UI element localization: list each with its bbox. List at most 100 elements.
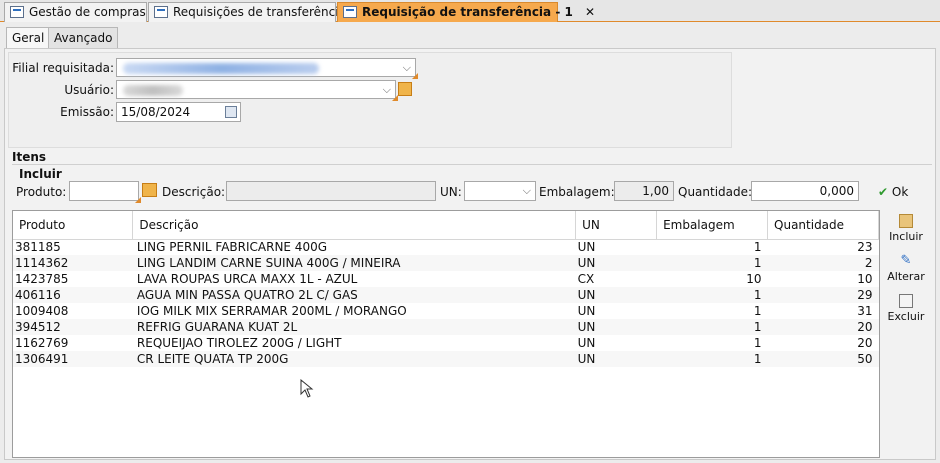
required-marker	[135, 197, 141, 203]
col-quantidade[interactable]: Quantidade	[767, 211, 879, 240]
cell-descricao: REFRIG GUARANA KUAT 2L	[132, 319, 576, 335]
cell-produto: 1114362	[13, 255, 133, 271]
itens-section-title: Itens	[12, 150, 47, 164]
grid-header-row: Produto Descrição UN Embalagem Quantidad…	[13, 211, 879, 240]
incluir-label: Incluir	[889, 230, 923, 243]
table-row[interactable]: 1423785 LAVA ROUPAS URCA MAXX 1L - AZUL CX…	[13, 271, 879, 287]
table-row[interactable]: 394512 REFRIG GUARANA KUAT 2L UN 1 20	[13, 319, 879, 335]
cell-descricao: IOG MILK MIX SERRAMAR 200ML / MORANGO	[132, 303, 576, 319]
cell-descricao: LING LANDIM CARNE SUINA 400G / MINEIRA	[132, 255, 576, 271]
un-select[interactable]: ⌵	[464, 181, 536, 201]
window-icon	[154, 6, 168, 18]
tab-requisicao-de-transferencia-1[interactable]: Requisição de transferência - 1 ✕	[337, 2, 595, 22]
tab-label: Requisição de transferência - 1	[362, 5, 573, 19]
cell-un: CX	[575, 271, 657, 287]
lookup-icon[interactable]	[398, 82, 412, 96]
cell-produto: 381185	[13, 239, 133, 255]
filial-select[interactable]: ⌵	[116, 58, 418, 79]
emissao-label: Emissão:	[60, 105, 114, 119]
cell-embalagem: 1	[656, 335, 768, 351]
cell-produto: 1423785	[13, 271, 133, 287]
items-grid[interactable]: Produto Descrição UN Embalagem Quantidad…	[12, 210, 880, 458]
usuario-select[interactable]: ⌵	[116, 80, 398, 101]
tab-avancado[interactable]: Avançado	[48, 27, 119, 49]
mouse-cursor-icon	[300, 379, 314, 398]
cell-un: UN	[575, 287, 657, 303]
tab-label: Gestão de compras	[29, 5, 146, 19]
table-row[interactable]: 406116 AGUA MIN PASSA QUATRO 2L C/ GAS UN 1…	[13, 287, 879, 303]
tab-label: Requisições de transferência	[173, 5, 346, 19]
cell-descricao: REQUEIJAO TIROLEZ 200G / LIGHT	[132, 335, 576, 351]
chevron-down-icon: ⌵	[382, 83, 391, 96]
cell-un: UN	[575, 239, 657, 255]
ok-button[interactable]: ✔ Ok	[878, 183, 918, 201]
excluir-label: Excluir	[887, 310, 925, 323]
cell-embalagem: 1	[656, 319, 768, 335]
eraser-icon	[899, 294, 913, 308]
redacted-value	[123, 63, 319, 74]
cell-embalagem: 10	[656, 271, 768, 287]
embalagem-input: 1,00	[614, 181, 674, 201]
produto-input[interactable]	[69, 181, 141, 203]
cell-descricao: LING PERNIL FABRICARNE 400G	[132, 239, 576, 255]
usuario-label: Usuário:	[64, 83, 114, 97]
produto-label: Produto:	[16, 185, 67, 199]
ok-label: Ok	[891, 185, 909, 199]
col-descricao[interactable]: Descrição	[132, 211, 577, 240]
cell-un: UN	[575, 335, 657, 351]
tab-geral[interactable]: Geral	[6, 27, 51, 50]
chevron-down-icon: ⌵	[402, 61, 411, 74]
col-produto[interactable]: Produto	[13, 211, 134, 240]
tab-gestao-de-compras[interactable]: Gestão de compras ✕	[4, 2, 168, 22]
alterar-button[interactable]: ✎ Alterar	[880, 253, 932, 284]
cell-produto: 1009408	[13, 303, 133, 319]
cell-descricao: AGUA MIN PASSA QUATRO 2L C/ GAS	[132, 287, 576, 303]
filial-label: Filial requisitada:	[12, 61, 114, 75]
chevron-down-icon: ⌵	[522, 184, 531, 197]
cell-quantidade: 10	[767, 271, 879, 287]
cell-embalagem: 1	[656, 255, 768, 271]
divider	[12, 164, 932, 165]
cell-produto: 406116	[13, 287, 133, 303]
window-icon	[10, 6, 24, 18]
tab-requisicoes-de-transferencia[interactable]: Requisições de transferência ✕	[148, 2, 368, 22]
alterar-label: Alterar	[887, 270, 925, 283]
emissao-date-field[interactable]: 15/08/2024	[116, 102, 241, 122]
col-embalagem[interactable]: Embalagem	[656, 211, 769, 240]
un-label: UN:	[440, 185, 462, 199]
table-row[interactable]: 1162769 REQUEIJAO TIROLEZ 200G / LIGHT UN 1…	[13, 335, 879, 351]
cell-embalagem: 1	[656, 287, 768, 303]
cell-un: UN	[575, 303, 657, 319]
window-icon	[343, 6, 357, 18]
cell-quantidade: 20	[767, 335, 879, 351]
cell-un: UN	[575, 319, 657, 335]
close-icon[interactable]: ✕	[585, 5, 595, 19]
embalagem-label: Embalagem:	[539, 185, 615, 199]
pencil-icon: ✎	[900, 253, 912, 268]
table-row[interactable]: 381185 LING PERNIL FABRICARNE 400G UN 1 23	[13, 239, 879, 255]
redacted-value	[123, 85, 183, 96]
cell-quantidade: 29	[767, 287, 879, 303]
calendar-icon[interactable]	[225, 106, 237, 118]
excluir-button[interactable]: Excluir	[880, 294, 932, 323]
incluir-button[interactable]: Incluir	[880, 214, 932, 243]
col-un[interactable]: UN	[575, 211, 658, 240]
cell-un: UN	[575, 351, 657, 367]
emissao-value: 15/08/2024	[121, 105, 191, 119]
descricao-label: Descrição:	[162, 185, 226, 199]
check-icon: ✔	[878, 185, 889, 199]
cell-produto: 1162769	[13, 335, 133, 351]
incluir-section-title: Incluir	[19, 167, 62, 181]
quantidade-input[interactable]: 0,000	[751, 181, 859, 201]
table-row[interactable]: 1114362 LING LANDIM CARNE SUINA 400G / MI…	[13, 255, 879, 271]
cell-quantidade: 23	[767, 239, 879, 255]
table-row[interactable]: 1306491 CR LEITE QUATA TP 200G UN 1 50	[13, 351, 879, 367]
cell-quantidade: 31	[767, 303, 879, 319]
document-tab-strip: Gestão de compras ✕ Requisições de trans…	[0, 0, 940, 22]
cell-descricao: CR LEITE QUATA TP 200G	[132, 351, 576, 367]
add-icon	[899, 214, 913, 228]
table-row[interactable]: 1009408 IOG MILK MIX SERRAMAR 200ML / MOR…	[13, 303, 879, 319]
cell-un: UN	[575, 255, 657, 271]
cell-quantidade: 50	[767, 351, 879, 367]
lookup-icon[interactable]	[142, 183, 157, 197]
